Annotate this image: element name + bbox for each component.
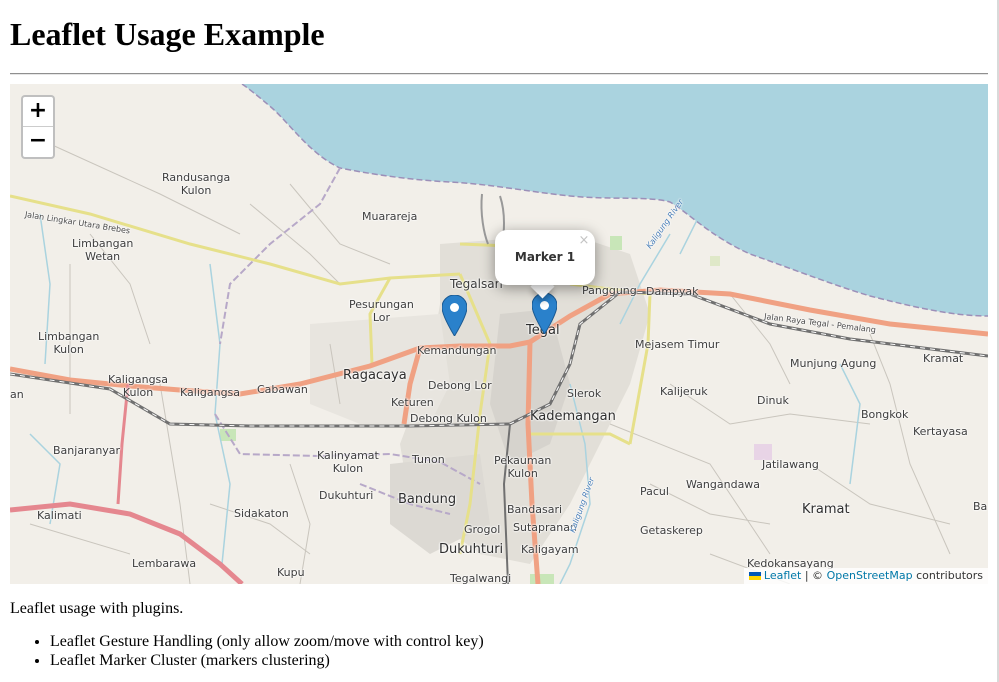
zoom-control: + − [21, 95, 55, 159]
map-label-getaskerep: Getaskerep [640, 524, 703, 537]
map-marker-icon[interactable] [442, 295, 467, 336]
map-marker-icon[interactable] [532, 293, 557, 334]
map-label-ba: Ba [973, 500, 988, 513]
map-label-kramat-top: Kramat [923, 352, 964, 365]
plugin-list-item: Leaflet Gesture Handling (only allow zoo… [50, 632, 484, 651]
map-label-kupu: Kupu [277, 566, 305, 579]
map-label-bandasari: Bandasari [507, 503, 563, 516]
attribution-separator: | © [804, 569, 824, 582]
horizontal-rule [10, 73, 988, 75]
map-label-kaligangsa-kulon: Kaligangsa Kulon [108, 373, 169, 399]
zoom-out-button[interactable]: − [23, 127, 53, 157]
map-label-kademangan: Kademangan [530, 409, 616, 424]
map-label-banjaranyar: Banjaranyar [53, 444, 121, 457]
map-label-kemandungan: Kemandungan [417, 344, 497, 357]
attribution-suffix: contributors [916, 569, 983, 582]
map-label-kertayasa: Kertayasa [913, 425, 968, 438]
map-label-kaligangsa: Kaligangsa [180, 386, 241, 399]
map-label-randusanga-kulon: Randusanga Kulon [162, 171, 231, 197]
map-attribution: Leaflet | © OpenStreetMap contributors [743, 568, 988, 584]
map-label-dinuk: Dinuk [757, 394, 789, 407]
map-label-slerok: Slerok [567, 387, 602, 400]
map-label-grogol: Grogol [464, 523, 501, 536]
map-label-kalinyamat-kulon: Kalinyamat Kulon [317, 449, 379, 475]
page-description: Leaflet usage with plugins. [10, 600, 184, 617]
leaflet-link[interactable]: Leaflet [764, 569, 801, 582]
openstreetmap-link[interactable]: OpenStreetMap [827, 569, 913, 582]
map-label-keturen: Keturen [391, 396, 434, 409]
marker-popup: Marker 1 × [495, 230, 595, 285]
map-label-debong-kulon: Debong Kulon [410, 412, 487, 425]
map-label-tegalsari: Tegalsari [450, 277, 503, 291]
map-label-ragacaya: Ragacaya [343, 368, 407, 383]
map-label-kaligayam: Kaligayam [521, 543, 579, 556]
map-label-pacul: Pacul [640, 485, 669, 498]
zoom-in-button[interactable]: + [23, 97, 53, 127]
map-label-sidakaton: Sidakaton [234, 507, 289, 520]
map-label-muarareja: Muarareja [362, 210, 418, 223]
map-label-tegalwangi: Tegalwangi [450, 572, 512, 584]
map-label-an: an [10, 388, 24, 401]
map-label-wangandawa: Wangandawa [686, 478, 761, 491]
ukraine-flag-icon [748, 572, 761, 580]
map-label-debong-lor: Debong Lor [428, 379, 492, 392]
plugin-list: Leaflet Gesture Handling (only allow zoo… [10, 632, 484, 670]
map-label-dukuhturi-big: Dukuhturi [439, 542, 504, 557]
popup-close-icon[interactable]: × [577, 234, 591, 248]
map-label-bandung: Bandung [398, 492, 457, 507]
map-label-dukuhturi-small: Dukuhturi [319, 489, 374, 502]
map-label-bongkok: Bongkok [861, 408, 909, 421]
map-label-mejasem-timur: Mejasem Timur [635, 338, 720, 351]
map-label-pekauman-kulon: Pekauman Kulon [494, 454, 552, 480]
map-container[interactable]: Randusanga Kulon Muarareja Jalan Lingkar… [10, 84, 988, 584]
map-label-jatilawang: Jatilawang [762, 458, 819, 471]
map-label-kramat-big: Kramat [802, 502, 850, 517]
map-label-limbangan-kulon: Limbangan Kulon [38, 330, 100, 356]
page-title: Leaflet Usage Example [10, 16, 325, 52]
map-label-panggung: Panggung [582, 284, 637, 297]
map-label-pesurungan-lor: Pesurungan Lor [349, 298, 414, 324]
map-label-dampyak: Dampyak [646, 285, 699, 298]
plugin-list-item: Leaflet Marker Cluster (markers clusteri… [50, 651, 484, 670]
map-label-kalimati: Kalimati [37, 509, 82, 522]
map-label-limbangan-wetan: Limbangan Wetan [72, 237, 134, 263]
map-label-tunon: Tunon [412, 453, 445, 466]
map-label-kalijeruk: Kalijeruk [660, 385, 708, 398]
map-label-munjung-agung: Munjung Agung [790, 357, 877, 370]
map-label-cabawan: Cabawan [257, 383, 308, 396]
map-label-lembarawa: Lembarawa [132, 557, 197, 570]
popup-text: Marker 1 [514, 250, 576, 264]
